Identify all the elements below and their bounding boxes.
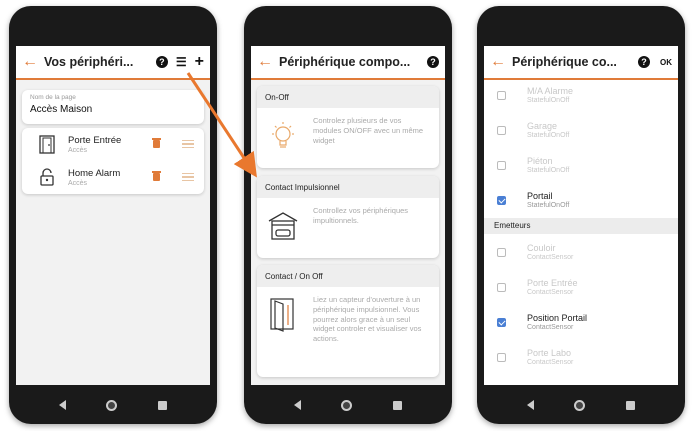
- page-name-value[interactable]: Accès Maison: [30, 104, 196, 115]
- android-nav-bar: [244, 386, 452, 424]
- help-icon[interactable]: ?: [638, 56, 650, 68]
- help-icon[interactable]: ?: [155, 56, 168, 68]
- list-item[interactable]: Porte Entrée Accès: [22, 128, 204, 160]
- garage-icon: [265, 206, 301, 246]
- padlock-icon: [34, 166, 60, 188]
- nav-recent-icon[interactable]: [392, 400, 402, 410]
- device-room: Accès: [68, 179, 88, 187]
- nav-back-icon[interactable]: [294, 400, 302, 410]
- device-name: Home Alarm: [68, 167, 121, 179]
- nav-recent-icon[interactable]: [157, 400, 167, 410]
- list-item[interactable]: Porte Labo ContactSensor: [484, 342, 678, 376]
- android-nav-bar: [9, 386, 217, 424]
- lightbulb-icon: [265, 116, 301, 156]
- option-description: Liez un capteur d'ouverture à un périphé…: [313, 295, 422, 343]
- list-item[interactable]: Piéton StatefulOnOff: [484, 150, 678, 184]
- list-item[interactable]: Porte Entrée ContactSensor: [484, 272, 678, 306]
- device-name: Couloir: [527, 243, 556, 253]
- device-checklist: M/A Alarme StatefulOnOff Garage Stateful…: [484, 80, 678, 385]
- device-name: Portail: [527, 191, 553, 201]
- nav-home-icon[interactable]: [106, 399, 118, 411]
- nav-home-icon[interactable]: [341, 399, 353, 411]
- list-item[interactable]: Portail StatefulOnOff: [484, 185, 678, 219]
- option-card-impulse[interactable]: Contact Impulsionnel Controllez vos péri…: [257, 176, 439, 258]
- checkbox-checked[interactable]: [497, 318, 506, 327]
- drag-handle-icon[interactable]: [182, 139, 194, 149]
- option-header: Contact Impulsionnel: [257, 176, 439, 198]
- device-type: ContactSensor: [527, 254, 574, 261]
- app-bar: ← Périphérique co... ? OK: [484, 46, 678, 80]
- device-name: Porte Entrée: [527, 278, 578, 288]
- phone-frame-2: ← Périphérique compo... ? On-Off Control…: [244, 6, 452, 424]
- screen-devices: ← Vos périphéri... ? ☰ + Nom de la page …: [16, 46, 210, 385]
- nav-recent-icon[interactable]: [625, 400, 635, 410]
- door-icon: [34, 133, 60, 155]
- checkbox[interactable]: [497, 248, 506, 257]
- list-item[interactable]: M/A Alarme StatefulOnOff: [484, 80, 678, 114]
- help-icon[interactable]: ?: [427, 56, 439, 68]
- device-type: ContactSensor: [527, 289, 574, 296]
- device-name: Position Portail: [527, 313, 588, 323]
- option-card-contact-onoff[interactable]: Contact / On Off Liez un capteur d'ouver…: [257, 265, 439, 377]
- group-header: Emetteurs: [484, 218, 678, 234]
- device-name: Porte Labo: [527, 348, 572, 358]
- back-arrow-icon[interactable]: ←: [22, 53, 44, 71]
- app-bar: ← Périphérique compo... ?: [251, 46, 445, 80]
- checkbox[interactable]: [497, 353, 506, 362]
- device-name: Garage: [527, 121, 558, 131]
- device-type: StatefulOnOff: [527, 167, 570, 174]
- device-type: ContactSensor: [527, 324, 574, 331]
- page-name-field[interactable]: Nom de la page Accès Maison: [22, 90, 204, 124]
- list-item[interactable]: Garage StatefulOnOff: [484, 115, 678, 149]
- nav-home-icon[interactable]: [574, 399, 586, 411]
- option-card-onoff[interactable]: On-Off Controlez plusieurs de vos module…: [257, 86, 439, 168]
- checkbox[interactable]: [497, 91, 506, 100]
- phone-frame-3: ← Périphérique co... ? OK M/A Alarme Sta…: [477, 6, 685, 424]
- drag-handle-icon[interactable]: [182, 172, 194, 182]
- nav-back-icon[interactable]: [59, 400, 67, 410]
- nav-back-icon[interactable]: [527, 400, 535, 410]
- page-title: Vos périphéri...: [44, 55, 134, 69]
- page-title: Périphérique compo...: [279, 55, 411, 69]
- list-icon[interactable]: ☰: [176, 56, 187, 68]
- checkbox[interactable]: [497, 126, 506, 135]
- device-type: StatefulOnOff: [527, 97, 570, 104]
- device-type: StatefulOnOff: [527, 202, 570, 209]
- ok-button[interactable]: OK: [660, 58, 672, 67]
- page-title: Périphérique co...: [512, 55, 617, 69]
- trash-icon[interactable]: [152, 171, 161, 181]
- device-type: ContactSensor: [527, 359, 574, 366]
- option-header: Contact / On Off: [257, 265, 439, 287]
- checkbox[interactable]: [497, 283, 506, 292]
- device-name: Porte Entrée: [68, 134, 122, 146]
- screen-composite-types: ← Périphérique compo... ? On-Off Control…: [251, 46, 445, 385]
- page-name-label: Nom de la page: [30, 94, 76, 101]
- device-room: Accès: [68, 146, 88, 154]
- list-item[interactable]: Position Portail ContactSensor: [484, 307, 678, 341]
- checkbox[interactable]: [497, 161, 506, 170]
- back-arrow-icon[interactable]: ←: [490, 53, 512, 71]
- option-description: Controllez vos périphériques impultionne…: [313, 206, 409, 225]
- device-name: M/A Alarme: [527, 86, 574, 96]
- back-arrow-icon[interactable]: ←: [257, 53, 279, 71]
- device-list: Porte Entrée Accès Home Alarm Accès: [22, 128, 204, 194]
- app-bar: ← Vos périphéri... ? ☰ +: [16, 46, 210, 80]
- device-type: StatefulOnOff: [527, 132, 570, 139]
- list-item[interactable]: Home Alarm Accès: [22, 161, 204, 193]
- option-header: On-Off: [257, 86, 439, 108]
- add-icon[interactable]: +: [195, 54, 204, 70]
- screen-device-selection: ← Périphérique co... ? OK M/A Alarme Sta…: [484, 46, 678, 385]
- device-name: Piéton: [527, 156, 553, 166]
- trash-icon[interactable]: [152, 138, 161, 148]
- option-description: Controlez plusieurs de vos modules ON/OF…: [313, 116, 424, 145]
- checkbox-checked[interactable]: [497, 196, 506, 205]
- door-sensor-icon: [265, 295, 301, 335]
- android-nav-bar: [477, 386, 685, 424]
- phone-frame-1: ← Vos périphéri... ? ☰ + Nom de la page …: [9, 6, 217, 424]
- list-item[interactable]: Couloir ContactSensor: [484, 237, 678, 271]
